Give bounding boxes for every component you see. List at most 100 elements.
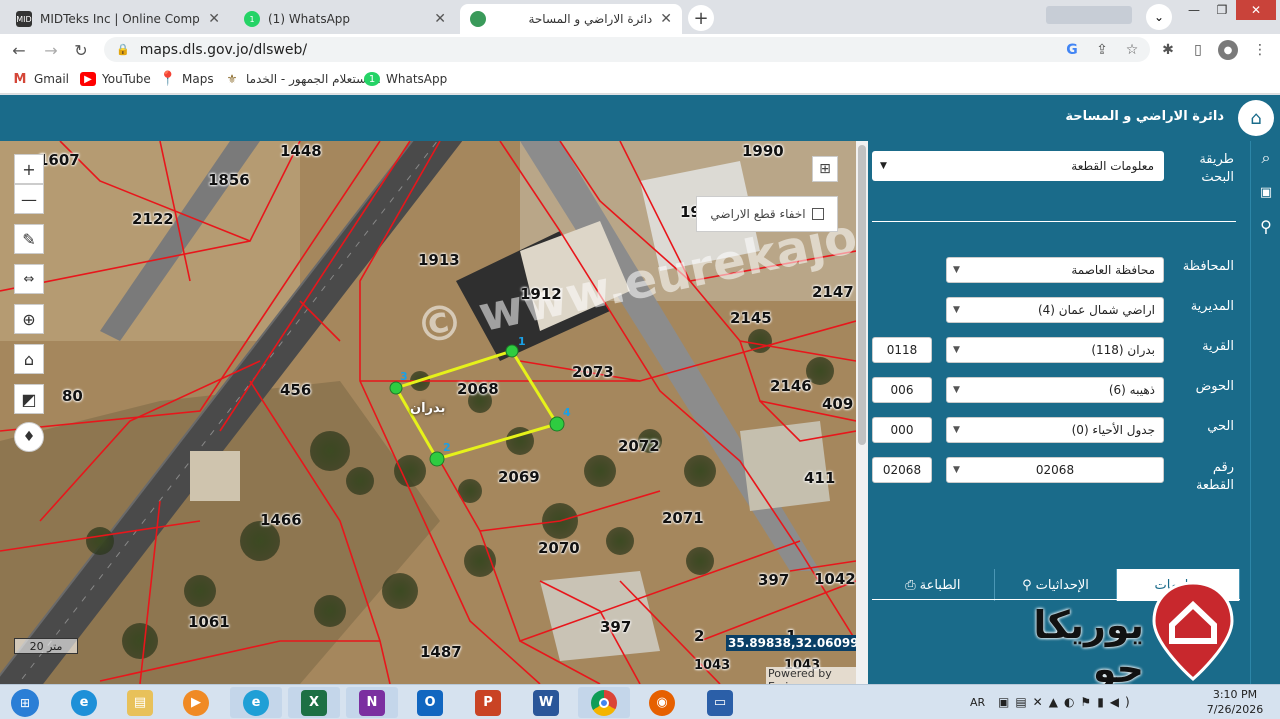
neighborhood-select[interactable]: جدول الأحياء (0) ▼: [946, 417, 1164, 443]
search-method-label: طريقة البحث: [1199, 152, 1234, 185]
edge-icon: e: [243, 689, 269, 716]
bookmark-whatsapp[interactable]: 1 WhatsApp: [364, 70, 447, 88]
taskbar-onenote[interactable]: N: [346, 687, 398, 718]
layers-icon[interactable]: ◩: [14, 384, 44, 414]
taskbar-ie[interactable]: e: [58, 687, 110, 718]
tab-close-icon[interactable]: ✕: [660, 11, 672, 27]
field-label-neighborhood: الحي: [1207, 419, 1234, 434]
lock-icon: 🔒: [116, 43, 130, 56]
back-arrow-icon[interactable]: ←: [8, 39, 30, 61]
bookmark-label: YouTube: [102, 72, 151, 86]
windows-taskbar: ⊞ e ▤ ▶ e X N O P W ◉ ▭ AR ▣▤✕▲◐⚑▮◀) 3:1…: [0, 684, 1280, 719]
basin-code-input[interactable]: 006: [872, 377, 932, 403]
taskbar-word[interactable]: W: [520, 687, 572, 718]
clock[interactable]: 3:10 PM 7/26/2026: [1196, 687, 1274, 717]
home-icon[interactable]: ⌂: [14, 344, 44, 374]
village-code-input[interactable]: 0118: [872, 337, 932, 363]
search-icon[interactable]: ⌕: [1251, 141, 1280, 175]
forward-arrow-icon[interactable]: →: [40, 39, 62, 61]
right-toolstrip: ⌕ ▣ ⚲: [1250, 141, 1280, 684]
language-indicator[interactable]: AR: [970, 692, 985, 712]
measure-icon[interactable]: ⇔: [14, 264, 44, 294]
bookmark-maps[interactable]: 📍 Maps: [159, 70, 213, 88]
side-panel-icon[interactable]: ▯: [1188, 40, 1208, 60]
tab-midteks[interactable]: MID MIDTeks Inc | Online Computer S ✕: [6, 4, 230, 34]
parcel-number-code-input[interactable]: 02068: [872, 457, 932, 483]
new-tab-button[interactable]: +: [688, 5, 714, 31]
google-icon[interactable]: G: [1062, 40, 1082, 60]
tab-dls[interactable]: دائرة الاراضي و المساحة ✕: [460, 4, 682, 34]
start-button[interactable]: ⊞: [4, 687, 46, 718]
field-label-parcel-number: رقم القطعة: [1195, 460, 1234, 493]
parcel-label: 1607: [38, 151, 80, 169]
parcel-label: 2146: [770, 377, 812, 395]
close-window-icon[interactable]: ✕: [1236, 0, 1276, 20]
parcel-label: 1912: [520, 285, 562, 303]
system-tray-icons[interactable]: ▣▤✕▲◐⚑▮◀): [998, 692, 1136, 712]
map-view[interactable]: © www.eurekajo.com 1607 1448 1990 1856 2…: [0, 141, 856, 684]
taskbar-explorer[interactable]: ▤: [114, 687, 166, 718]
location-pin-icon[interactable]: ⚲: [1251, 209, 1280, 243]
excel-icon: X: [301, 689, 327, 716]
scrollbar-thumb[interactable]: [858, 145, 866, 445]
restore-icon[interactable]: ❐: [1208, 0, 1236, 20]
directorate-select[interactable]: اراضي شمال عمان (4) ▼: [946, 297, 1164, 323]
chevron-down-icon: ▼: [953, 305, 960, 315]
search-method-select[interactable]: معلومات القطعة ▼: [872, 151, 1164, 181]
parcel-label: 397: [758, 571, 790, 589]
bookmark-gmail[interactable]: M Gmail: [12, 70, 69, 88]
select-value: بدران (118): [1091, 343, 1155, 357]
taskbar-media[interactable]: ▶: [170, 687, 222, 718]
zoom-in-button[interactable]: +: [14, 154, 44, 184]
minimize-icon[interactable]: —: [1180, 0, 1208, 20]
taskbar-chrome[interactable]: [578, 687, 630, 718]
map-scrollbar[interactable]: [856, 141, 868, 684]
taskbar-outlook[interactable]: O: [404, 687, 456, 718]
hide-parcels-checkbox[interactable]: [811, 208, 824, 220]
parcel-label: 1042: [814, 570, 856, 588]
neighborhood-code-input[interactable]: 000: [872, 417, 932, 443]
tab-close-icon[interactable]: ✕: [434, 11, 446, 27]
reload-icon[interactable]: ↻: [70, 39, 92, 61]
chevron-down-icon: ▼: [953, 265, 960, 275]
tab-print[interactable]: ⎙ الطباعة: [872, 569, 995, 601]
draw-pencil-icon[interactable]: ✎: [14, 224, 44, 254]
vertex-label: 4: [563, 406, 571, 419]
taskbar-excel[interactable]: X: [288, 687, 340, 718]
parcel-label: 1061: [188, 613, 230, 631]
windows-logo-icon: ⊞: [11, 688, 39, 717]
media-player-icon: ▶: [183, 689, 209, 716]
menu-kebab-icon[interactable]: ⋮: [1250, 40, 1270, 60]
midteks-favicon-icon: MID: [16, 11, 32, 27]
tab-close-icon[interactable]: ✕: [208, 11, 220, 27]
share-icon[interactable]: ⇪: [1092, 40, 1112, 60]
app-header: دائرة الاراضي و المساحة ⌂: [0, 95, 1280, 141]
parcel-label: 1856: [208, 171, 250, 189]
bookmark-star-icon[interactable]: ☆: [1122, 40, 1142, 60]
compass-icon[interactable]: ♦: [14, 422, 44, 452]
parcel-label: 1990: [742, 142, 784, 160]
address-bar[interactable]: 🔒 maps.dls.gov.jo/dlsweb/: [104, 37, 1150, 62]
tab-whatsapp[interactable]: 1 (1) WhatsApp ✕: [234, 4, 456, 34]
taskbar-firefox[interactable]: ◉: [636, 687, 688, 718]
village-select[interactable]: بدران (118) ▼: [946, 337, 1164, 363]
profile-avatar-icon[interactable]: ●: [1218, 40, 1238, 60]
taskbar-powerpoint[interactable]: P: [462, 687, 514, 718]
taskbar-edge[interactable]: e: [230, 687, 282, 718]
maps-pin-icon: 📍: [159, 71, 177, 87]
locate-crosshair-icon[interactable]: ⊕: [14, 304, 44, 334]
governorate-select[interactable]: محافظة العاصمة ▼: [946, 257, 1164, 283]
basemap-grid-icon[interactable]: ⊞: [812, 156, 838, 182]
hide-parcels-toggle[interactable]: اخفاء قطع الاراضي: [696, 196, 838, 232]
taskbar-remote[interactable]: ▭: [694, 687, 746, 718]
field-label-village: القرية: [1202, 339, 1234, 354]
bookmark-istilam[interactable]: ⚜ استعلام الجمهور - الخدما...: [224, 70, 381, 88]
search-method-value: معلومات القطعة: [1071, 159, 1154, 173]
zoom-out-button[interactable]: —: [14, 184, 44, 214]
parcel-number-select[interactable]: 02068 ▼: [946, 457, 1164, 483]
tab-search-chevron-down-icon[interactable]: ⌄: [1146, 4, 1172, 30]
bookmark-youtube[interactable]: ▶ YouTube: [80, 70, 151, 88]
basin-select[interactable]: ذهيبه (6) ▼: [946, 377, 1164, 403]
print-icon[interactable]: ▣: [1251, 175, 1280, 209]
extensions-icon[interactable]: ✱: [1158, 40, 1178, 60]
